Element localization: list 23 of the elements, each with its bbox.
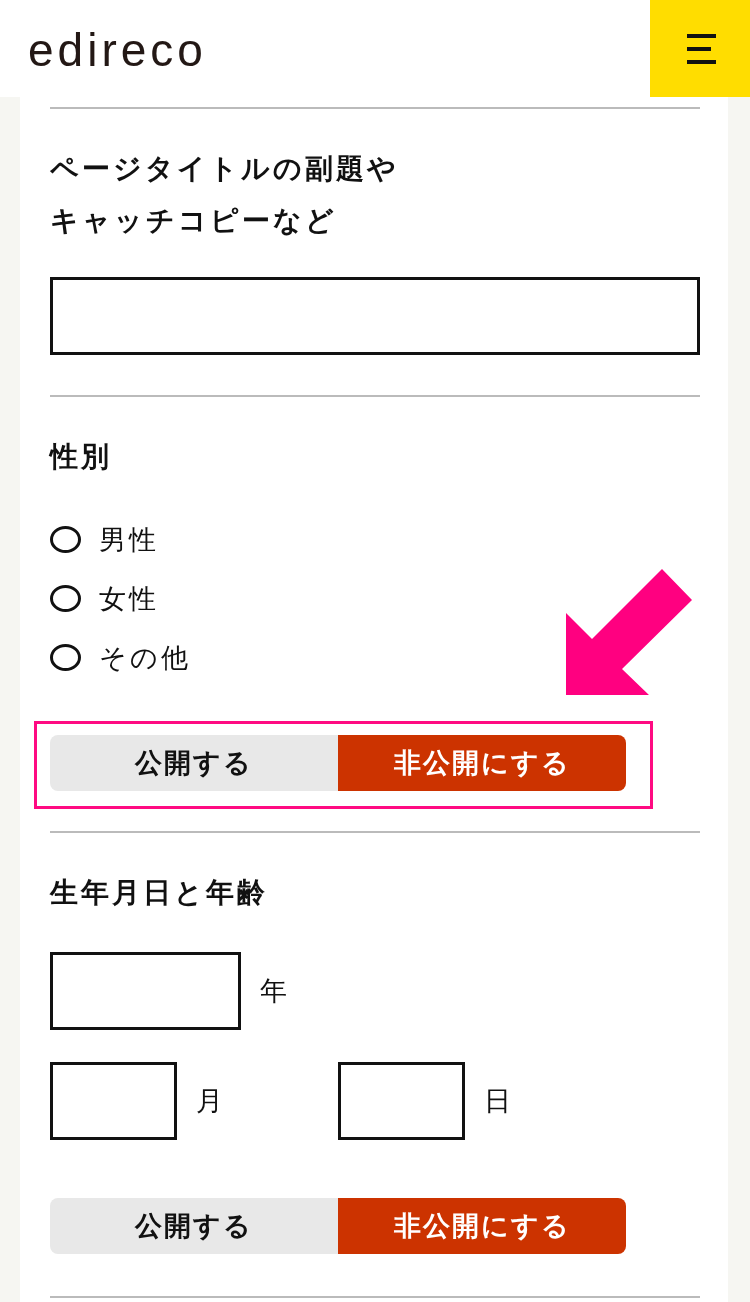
section-title: ページタイトルの副題やキャッチコピーなど <box>50 151 400 239</box>
section-title: 性別 <box>50 439 113 475</box>
menu-button[interactable] <box>650 0 750 97</box>
radio-button[interactable] <box>50 585 81 612</box>
unit-label: 月 <box>196 1084 223 1118</box>
visibility-toggle-button[interactable]: 非公開にする <box>338 1198 626 1254</box>
menu-icon <box>687 33 716 64</box>
radio-label[interactable]: その他 <box>99 639 191 676</box>
radio-button[interactable] <box>50 526 81 553</box>
radio-label[interactable]: 女性 <box>99 580 159 617</box>
visibility-toggle-button[interactable]: 公開する <box>50 1198 338 1254</box>
date-input-field[interactable] <box>50 1062 177 1140</box>
radio-button[interactable] <box>50 644 81 671</box>
section-title: 生年月日と年齢 <box>50 875 269 911</box>
text-input-field[interactable] <box>50 277 700 355</box>
date-input-field[interactable] <box>50 952 241 1030</box>
visibility-toggle-button[interactable]: 公開する <box>50 735 338 791</box>
date-input-field[interactable] <box>338 1062 465 1140</box>
unit-label: 年 <box>260 974 287 1008</box>
visibility-toggle-button[interactable]: 非公開にする <box>338 735 626 791</box>
logo[interactable]: edireco <box>28 26 207 73</box>
radio-label[interactable]: 男性 <box>99 521 159 558</box>
unit-label: 日 <box>484 1084 511 1118</box>
